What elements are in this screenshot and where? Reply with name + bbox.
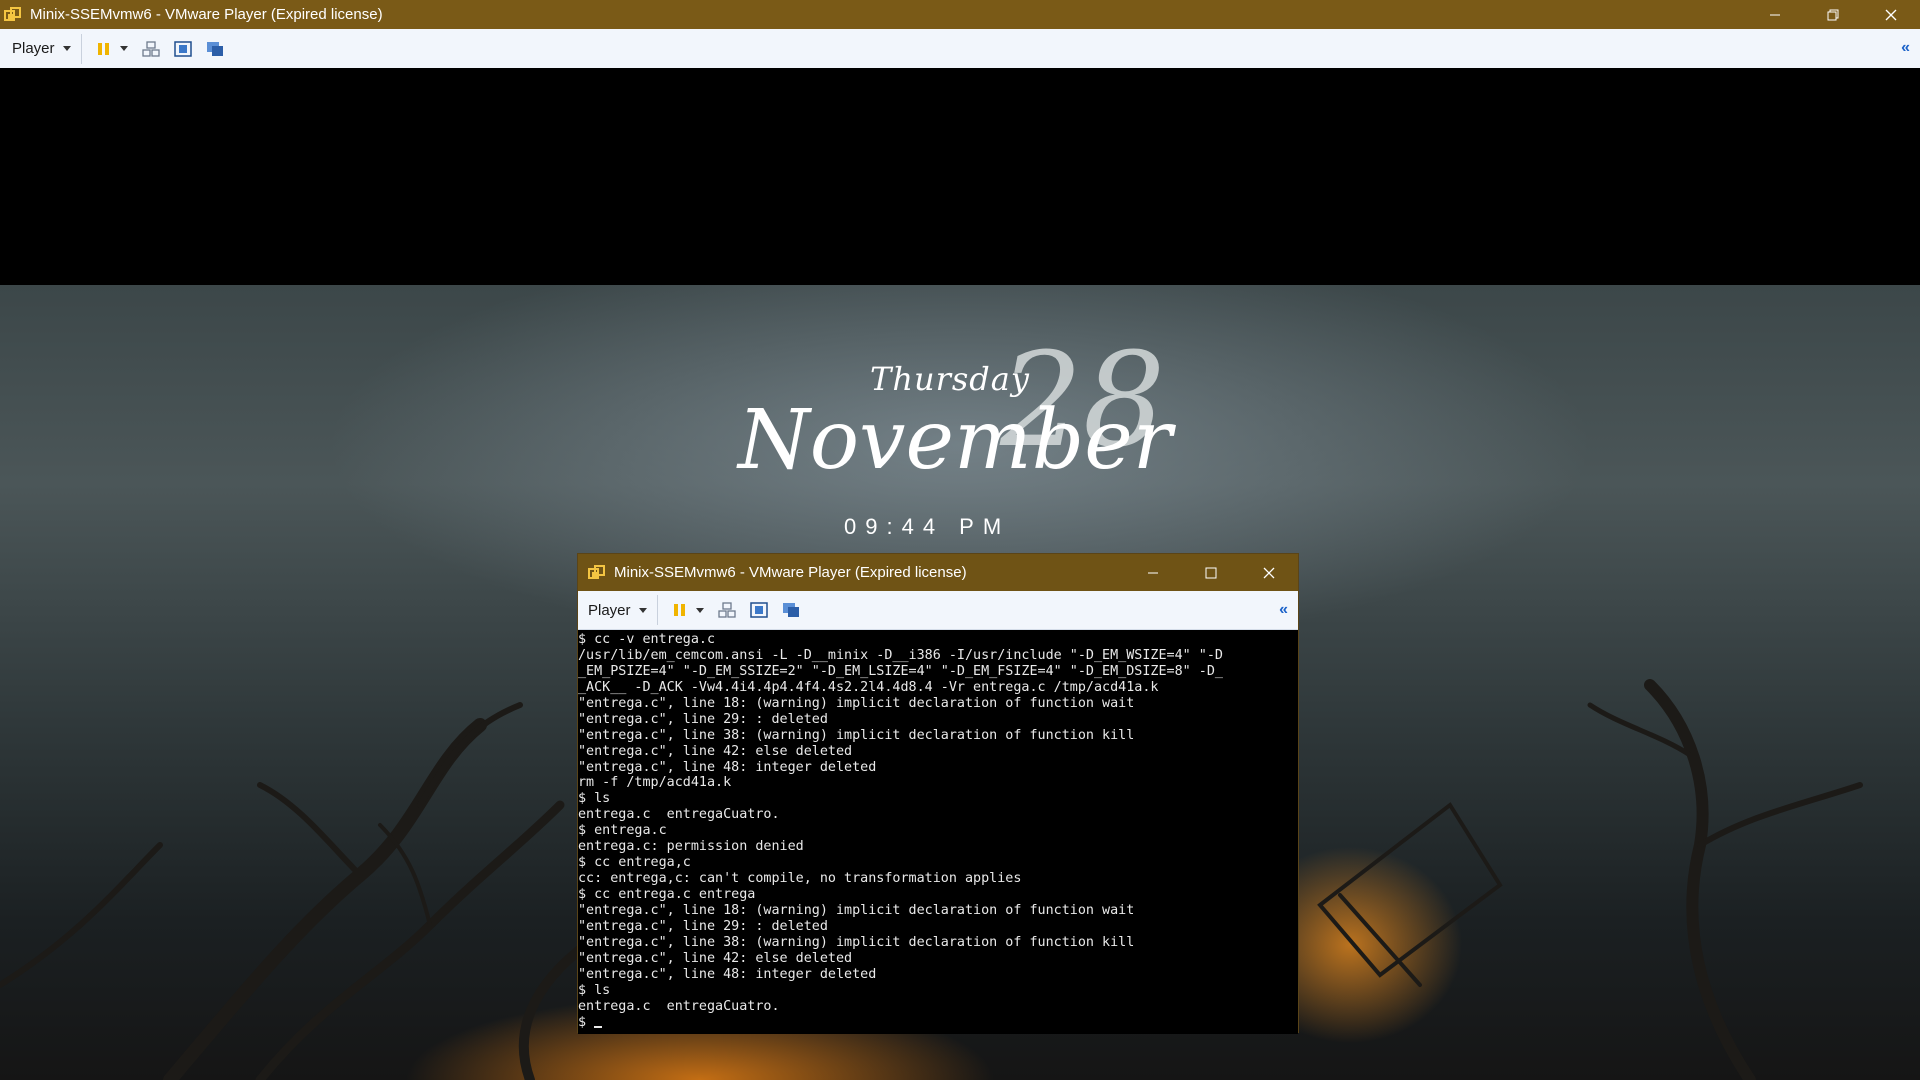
nested-vmware-window[interactable]: Minix-SSEMvmw6 - VMware Player (Expired … xyxy=(577,553,1299,1034)
pause-dropdown-icon[interactable] xyxy=(695,607,704,613)
vmware-app-icon xyxy=(4,6,21,21)
terminal-line: "entrega.c", line 48: integer deleted xyxy=(578,759,877,775)
unity-icon xyxy=(206,41,223,56)
window-title: Minix-SSEMvmw6 - VMware Player (Expired … xyxy=(30,6,383,23)
terminal-line: _ACK__ -D_ACK -Vw4.4i4.4p4.4f4.4s2.2l4.4… xyxy=(578,679,1159,695)
terminal-line: "entrega.c", line 48: integer deleted xyxy=(578,966,877,982)
terminal-line: $ cc -v entrega.c xyxy=(578,632,716,647)
terminal-line: "entrega.c", line 18: (warning) implicit… xyxy=(578,695,1135,711)
minimize-button[interactable] xyxy=(1746,0,1804,29)
nested-fullscreen-button[interactable] xyxy=(749,602,768,618)
fullscreen-icon xyxy=(173,40,192,57)
nested-send-ctrl-alt-del-button[interactable] xyxy=(717,602,736,618)
nested-unity-button[interactable] xyxy=(782,602,800,618)
network-computers-icon xyxy=(141,40,160,57)
terminal-line: $ cc entrega.c entrega xyxy=(578,887,756,902)
terminal-line: cc: entrega,c: can't compile, no transfo… xyxy=(578,871,1022,887)
nested-collapse-toolbar-icon[interactable]: « xyxy=(1279,601,1288,619)
terminal-line: entrega.c: permission denied xyxy=(578,839,804,855)
player-menu-label: Player xyxy=(12,40,55,57)
nested-maximize-button[interactable] xyxy=(1182,554,1240,591)
nested-window-titlebar: Minix-SSEMvmw6 - VMware Player (Expired … xyxy=(578,554,1298,591)
terminal-line: $ entrega.c xyxy=(578,823,667,839)
nested-player-toolbar: Player « xyxy=(578,591,1298,630)
terminal-line: entrega.c entregaCuatro. xyxy=(578,998,780,1014)
network-computers-icon xyxy=(717,602,736,618)
player-menu-button[interactable]: Player xyxy=(12,33,82,64)
player-toolbar: Player « xyxy=(0,29,1920,69)
terminal-line: entrega.c entregaCuatro. xyxy=(578,807,780,823)
maximize-icon xyxy=(1205,567,1217,578)
terminal-line: _EM_PSIZE=4" "-D_EM_SSIZE=2" "-D_EM_LSIZ… xyxy=(578,663,1223,679)
unity-icon xyxy=(782,603,799,617)
pause-dropdown-icon[interactable] xyxy=(119,46,128,51)
minimize-icon xyxy=(1770,14,1780,15)
terminal-line: $ ls xyxy=(578,982,611,998)
terminal-line: "entrega.c", line 38: (warning) implicit… xyxy=(578,727,1135,743)
unity-button[interactable] xyxy=(206,41,224,57)
terminal-line: $ xyxy=(578,1015,1298,1031)
terminal-line: $ ls xyxy=(578,791,611,807)
fullscreen-button[interactable] xyxy=(173,40,192,57)
terminal-line: "entrega.c", line 18: (warning) implicit… xyxy=(578,902,1135,918)
nested-pause-button[interactable] xyxy=(672,602,704,618)
terminal-line: $ cc entrega,c xyxy=(578,855,691,871)
chevron-down-icon xyxy=(62,46,71,51)
terminal-line: "entrega.c", line 42: else deleted xyxy=(578,743,853,759)
chevron-down-icon xyxy=(638,607,647,613)
minimize-icon xyxy=(1148,572,1158,573)
terminal-line: "entrega.c", line 29: : deleted xyxy=(578,918,828,934)
restore-button[interactable] xyxy=(1804,0,1862,29)
terminal-line: "entrega.c", line 29: : deleted xyxy=(578,711,828,727)
collapse-toolbar-icon[interactable]: « xyxy=(1901,39,1910,57)
minix-terminal[interactable]: $ cc -v entrega.c/usr/lib/em_cemcom.ansi… xyxy=(578,630,1298,1034)
restore-icon xyxy=(1827,9,1839,20)
pause-button[interactable] xyxy=(96,41,128,57)
send-ctrl-alt-del-button[interactable] xyxy=(141,40,160,57)
terminal-cursor xyxy=(594,1026,603,1029)
close-button[interactable] xyxy=(1862,0,1920,29)
nested-minimize-button[interactable] xyxy=(1124,554,1182,591)
nested-player-menu-label: Player xyxy=(588,601,631,619)
pause-icon xyxy=(97,42,109,55)
terminal-line: "entrega.c", line 38: (warning) implicit… xyxy=(578,934,1135,950)
terminal-line: "entrega.c", line 42: else deleted xyxy=(578,950,853,966)
nested-close-button[interactable] xyxy=(1240,554,1298,591)
window-titlebar: Minix-SSEMvmw6 - VMware Player (Expired … xyxy=(0,0,1920,29)
close-icon xyxy=(1263,567,1275,578)
nested-window-title: Minix-SSEMvmw6 - VMware Player (Expired … xyxy=(614,564,967,581)
vmware-app-icon xyxy=(588,564,605,579)
close-icon xyxy=(1885,9,1897,20)
terminal-line: /usr/lib/em_cemcom.ansi -L -D__minix -D_… xyxy=(578,647,1223,663)
nested-player-menu-button[interactable]: Player xyxy=(588,595,658,625)
fullscreen-icon xyxy=(749,602,768,618)
pause-icon xyxy=(673,604,685,616)
terminal-line: rm -f /tmp/acd41a.k xyxy=(578,775,732,791)
